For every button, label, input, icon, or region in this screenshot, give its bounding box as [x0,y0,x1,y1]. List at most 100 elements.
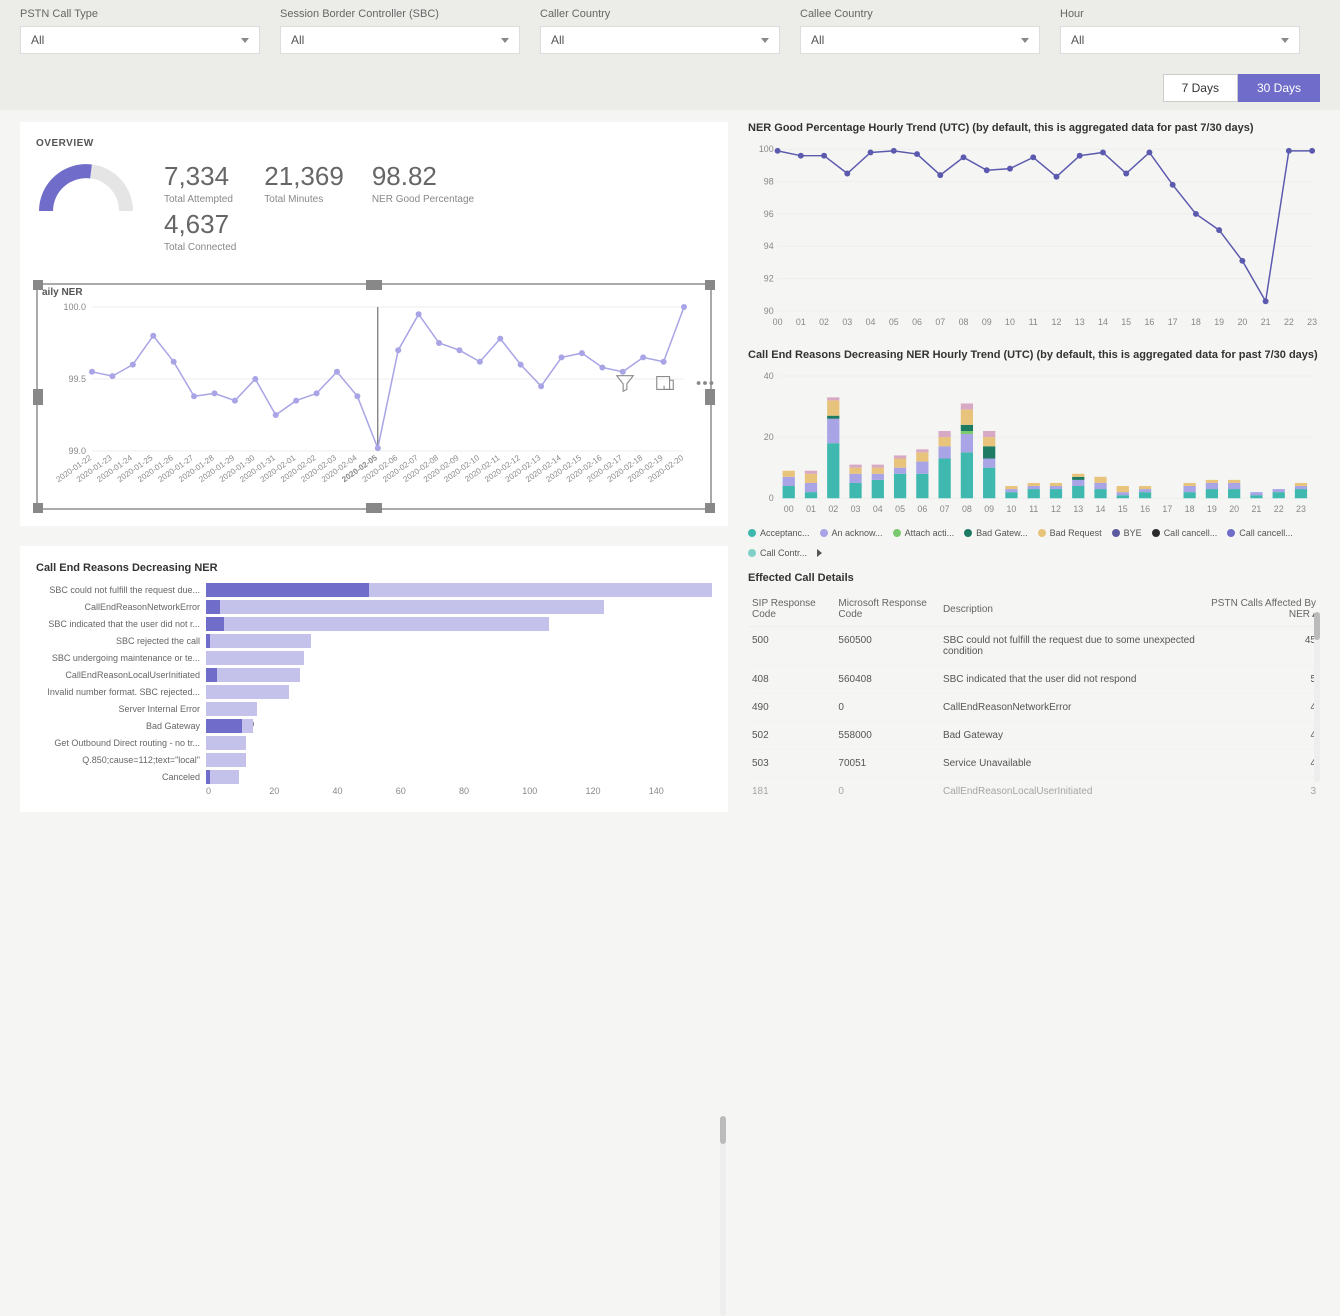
hbar-row[interactable]: Q.850;cause=112;text="local"0 [36,752,712,768]
hbar-label: CallEndReasonLocalUserInitiated [36,670,206,680]
ner-hourly-chart[interactable]: 9092949698100000102030405060708091011121… [748,142,1320,332]
effected-call-table[interactable]: SIP Response CodeMicrosoft Response Code… [748,592,1320,802]
legend-item[interactable]: Bad Request [1038,528,1102,538]
scrollbar-vertical[interactable] [1314,612,1320,782]
svg-text:03: 03 [851,504,861,514]
hbar-label: Canceled [36,772,206,782]
hbar-row[interactable]: Get Outbound Direct routing - no tr...0 [36,735,712,751]
filter-icon[interactable] [614,372,636,394]
hbar-row[interactable]: CallEndReasonNetworkError4 [36,599,712,615]
connection-donut-chart[interactable] [36,161,136,231]
svg-text:08: 08 [959,317,969,327]
daily-ner-chart[interactable]: aily NER 99.099.5100.02020-01-222020-01-… [36,283,712,510]
hbar-row[interactable]: CallEndReasonLocalUserInitiated3 [36,667,712,683]
svg-text:02: 02 [819,317,829,327]
legend-dot-icon [964,529,972,537]
svg-text:15: 15 [1118,504,1128,514]
hbar-label: Bad Gateway [36,721,206,731]
filter-sbc: Session Border Controller (SBC) All [280,8,540,54]
svg-text:10: 10 [1007,504,1017,514]
table-header[interactable]: PSTN Calls Affected By NER▴ [1203,592,1320,627]
legend-item[interactable]: Call cancell... [1227,528,1293,538]
hbar-track: 5 [206,617,712,631]
table-cell: 0 [834,694,939,722]
svg-text:18: 18 [1185,504,1195,514]
hbar-row[interactable]: SBC indicated that the user did not r...… [36,616,712,632]
kpi-minutes: 21,369 Total Minutes [264,161,344,205]
chevron-down-icon [501,38,509,43]
table-cell: 0 [834,778,939,803]
range-7days-button[interactable]: 7 Days [1163,74,1238,102]
reasons-hourly-chart[interactable]: 0204000010203040506070809101112131415161… [748,369,1320,519]
range-30days-button[interactable]: 30 Days [1238,74,1320,102]
svg-text:100.0: 100.0 [63,302,86,312]
call-end-reasons-card: Call End Reasons Decreasing NER SBC coul… [20,546,728,812]
hbar-row[interactable]: Canceled1 [36,769,712,785]
table-header[interactable]: Microsoft Response Code [834,592,939,627]
legend-item[interactable]: Bad Gatew... [964,528,1028,538]
scrollbar-vertical[interactable] [720,1116,726,1316]
table-row[interactable]: 4900CallEndReasonNetworkError4 [748,694,1320,722]
hbar-row[interactable]: SBC could not fulfill the request due...… [36,582,712,598]
svg-text:19: 19 [1214,317,1224,327]
focus-mode-icon[interactable] [654,372,676,394]
filter-select-pstn[interactable]: All [20,26,260,54]
hbar-track: 1 [206,634,712,648]
table-cell: 408 [748,666,834,694]
filter-label: Caller Country [540,8,780,20]
svg-text:20: 20 [1237,317,1247,327]
svg-text:98: 98 [764,177,774,187]
svg-text:08: 08 [962,504,972,514]
filter-select-sbc[interactable]: All [280,26,520,54]
table-cell: 490 [748,694,834,722]
legend-item[interactable]: An acknow... [820,528,883,538]
kpi-total-attempted: 7,334 [164,161,236,192]
hbar-row[interactable]: SBC rejected the call1 [36,633,712,649]
table-row[interactable]: 50370051Service Unavailable4 [748,750,1320,778]
table-cell: 560500 [834,627,939,666]
hbar-label: CallEndReasonNetworkError [36,602,206,612]
kpi-total-minutes: 21,369 [264,161,344,192]
legend-item[interactable]: Acceptanc... [748,528,810,538]
hbar-track: 3 [206,668,712,682]
table-row[interactable]: 502558000Bad Gateway4 [748,722,1320,750]
legend-item[interactable]: Call Contr... [748,548,807,558]
hbar-row[interactable]: Invalid number format. SBC rejected...0 [36,684,712,700]
visual-actions [614,372,716,394]
legend-scroll-right-icon[interactable] [817,549,822,557]
table-row[interactable]: 408560408SBC indicated that the user did… [748,666,1320,694]
reasons-hbar-chart[interactable]: SBC could not fulfill the request due...… [36,582,712,785]
hbar-label: Server Internal Error [36,704,206,714]
hbar-row[interactable]: Bad Gateway10 [36,718,712,734]
filter-select-caller[interactable]: All [540,26,780,54]
svg-text:23: 23 [1307,317,1317,327]
table-cell: SBC could not fulfill the request due to… [939,627,1203,666]
legend-item[interactable]: Call cancell... [1152,528,1218,538]
table-header[interactable]: Description [939,592,1203,627]
legend-item[interactable]: BYE [1112,528,1142,538]
filter-value: All [811,33,824,47]
overview-card: OVERVIEW 7,334 Total Attempted 4,637 Tot… [20,122,728,526]
kpi-label: Total Connected [164,242,236,253]
legend-dot-icon [1112,529,1120,537]
more-options-icon[interactable] [694,372,716,394]
hbar-row[interactable]: SBC undergoing maintenance or te...0 [36,650,712,666]
legend-item[interactable]: Attach acti... [893,528,955,538]
filter-label: PSTN Call Type [20,8,260,20]
filter-select-hour[interactable]: All [1060,26,1300,54]
hbar-row[interactable]: Server Internal Error0 [36,701,712,717]
table-cell: CallEndReasonLocalUserInitiated [939,778,1203,803]
table-header[interactable]: SIP Response Code [748,592,834,627]
legend-dot-icon [1038,529,1046,537]
legend-label: BYE [1124,528,1142,538]
reasons-legend: Acceptanc... An acknow... Attach acti... Ba… [748,528,1320,558]
svg-text:16: 16 [1140,504,1150,514]
table-row[interactable]: 500560500SBC could not fulfill the reque… [748,627,1320,666]
svg-text:13: 13 [1073,504,1083,514]
svg-text:19: 19 [1207,504,1217,514]
ner-hourly-title: NER Good Percentage Hourly Trend (UTC) (… [748,122,1320,134]
hbar-label: SBC indicated that the user did not r... [36,619,206,629]
filter-select-callee[interactable]: All [800,26,1040,54]
table-cell: 560408 [834,666,939,694]
table-row[interactable]: 1810CallEndReasonLocalUserInitiated3 [748,778,1320,803]
